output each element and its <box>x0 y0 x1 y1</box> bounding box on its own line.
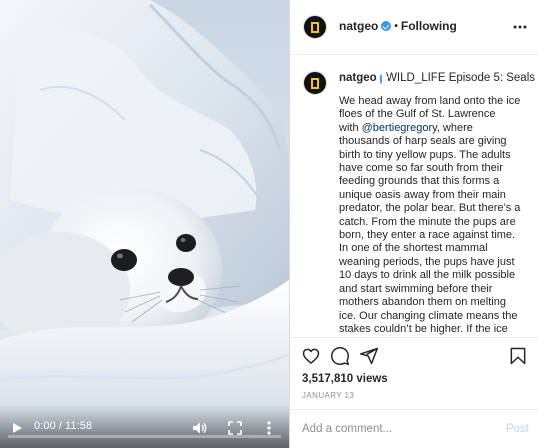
post-comment-button[interactable]: Post <box>506 423 529 435</box>
bookmark-icon[interactable] <box>508 346 528 366</box>
caption-line: unique oasis away from their main <box>339 188 506 201</box>
following-button[interactable]: Following <box>401 19 457 33</box>
share-icon[interactable] <box>359 346 379 366</box>
caption-text-fragment: , where <box>436 121 473 134</box>
seal-pup-video-frame <box>0 0 289 448</box>
natgeo-logo-icon <box>311 21 319 33</box>
caption-line-with-mention: with @bertiegregory, where <box>339 122 529 135</box>
more-horizontal-icon[interactable] <box>513 19 527 35</box>
avatar[interactable] <box>303 71 327 95</box>
header-user-info: natgeo • Following <box>339 19 457 33</box>
caption-line: born, they enter a race against time. <box>339 229 516 242</box>
video-timestamp: 0:00/11:58 <box>34 420 92 432</box>
comment-icon[interactable] <box>330 346 350 366</box>
caption-text-fragment: with <box>339 121 362 134</box>
current-time: 0:00 <box>34 420 56 432</box>
caption-line: weaning periods, the pups have just <box>339 255 515 268</box>
caption-scroll-area[interactable]: natgeo WILD_LIFE Episode 5: Seals We hea… <box>290 55 538 338</box>
separator-dot: • <box>394 20 398 32</box>
comment-bar: Post <box>290 409 538 448</box>
caption-line: stakes couldn’t be higher. If the ice <box>339 322 508 335</box>
header-username[interactable]: natgeo <box>339 19 378 33</box>
caption-line: ice. Our changing climate means the <box>339 309 518 322</box>
post-header: natgeo • Following <box>290 0 538 55</box>
play-icon[interactable] <box>10 421 24 435</box>
volume-icon[interactable] <box>191 420 207 436</box>
post-view: 0:00/11:58 natgeo • Following natgeo WIL… <box>0 0 538 448</box>
caption-header: natgeo WILD_LIFE Episode 5: Seals <box>339 71 535 86</box>
video-player[interactable]: 0:00/11:58 <box>0 0 289 448</box>
caption-line: 10 days to drink all the milk possible <box>339 269 516 282</box>
caption-text: We head away from land onto the ice floe… <box>339 95 529 336</box>
natgeo-logo-icon <box>311 77 319 89</box>
post-side-panel: natgeo • Following natgeo WILD_LIFE Epis… <box>289 0 538 448</box>
comment-input[interactable] <box>302 418 482 440</box>
caption-title: WILD_LIFE Episode 5: Seals <box>386 72 535 84</box>
video-duration: 11:58 <box>64 420 93 432</box>
caption-line: catch. From the minute the pups are <box>339 215 516 228</box>
caption-line: mothers abandon them on melting <box>339 296 506 309</box>
video-progress-bar[interactable] <box>8 435 281 438</box>
verified-badge-icon <box>381 21 392 31</box>
verified-badge-icon <box>379 73 383 84</box>
time-separator: / <box>58 420 62 432</box>
caption-line: feeding grounds that this forms a <box>339 175 500 188</box>
caption-line: In one of the shortest mammal <box>339 242 488 255</box>
view-count[interactable]: 3,517,810 views <box>302 373 388 385</box>
caption-line: floes of the Gulf of St. Lawrence <box>339 108 496 121</box>
more-vertical-icon[interactable] <box>265 420 273 436</box>
caption-username[interactable]: natgeo <box>339 71 377 86</box>
caption-line: have come so far south from their <box>339 162 503 175</box>
caption-line: predator, the polar bear. But there’s a <box>339 202 521 215</box>
caption-line: and start swimming before their <box>339 282 493 295</box>
avatar[interactable] <box>303 15 327 39</box>
post-date[interactable]: JANUARY 13 <box>302 391 354 400</box>
video-controls: 0:00/11:58 <box>0 404 289 448</box>
post-actions <box>290 340 538 372</box>
heart-icon[interactable] <box>301 346 321 366</box>
caption-line: thousands of harp seals are giving <box>339 135 507 148</box>
mention-link[interactable]: @bertiegregory <box>362 122 437 134</box>
caption-line: birth to tiny yellow pups. The adults <box>339 148 511 161</box>
fullscreen-icon[interactable] <box>228 421 242 435</box>
caption-line: We head away from land onto the ice <box>339 95 521 107</box>
